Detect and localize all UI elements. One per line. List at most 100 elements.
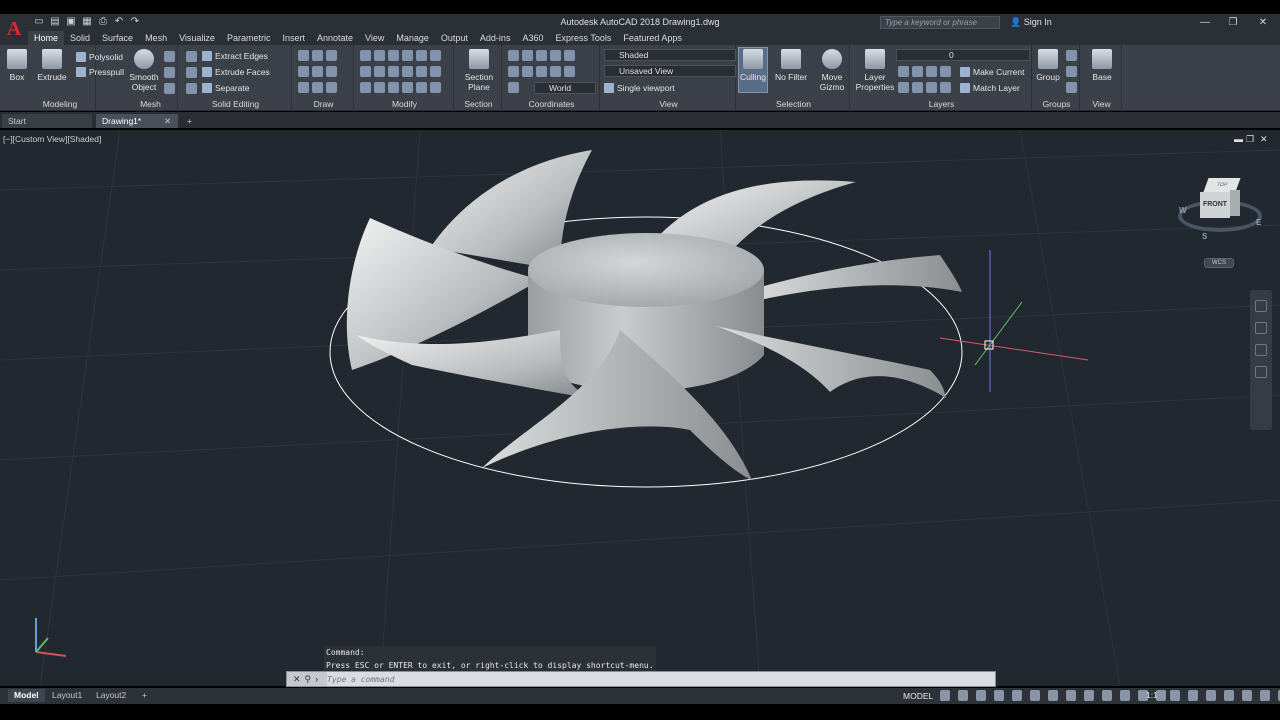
isolate-icon[interactable] (1224, 690, 1234, 701)
close-tab-icon[interactable]: ✕ (164, 114, 176, 128)
tab-insert[interactable]: Insert (276, 31, 311, 45)
orbit-icon[interactable] (1255, 366, 1267, 378)
panel-label-groups[interactable]: Groups (1034, 99, 1079, 109)
presspull-button[interactable]: Presspull (76, 66, 124, 78)
group-select-icon[interactable] (1066, 82, 1077, 93)
layer-icon[interactable] (926, 82, 937, 93)
tab-mesh[interactable]: Mesh (139, 31, 173, 45)
panel-label-modeling[interactable]: Modeling (0, 99, 120, 109)
tab-solid[interactable]: Solid (64, 31, 96, 45)
close-icon[interactable]: ✕ (293, 672, 301, 686)
ucs-icon[interactable] (550, 66, 561, 77)
no-filter-button[interactable]: No Filter (771, 49, 811, 82)
line-icon[interactable] (298, 50, 309, 61)
ucs-icon[interactable] (508, 66, 519, 77)
transparency-icon[interactable] (1084, 690, 1094, 701)
viewcube[interactable]: TOP FRONT W S E (1176, 176, 1264, 246)
viewcube-right[interactable] (1230, 190, 1240, 216)
panel-label-view[interactable]: View (602, 99, 735, 109)
layout-tab-layout2[interactable]: Layout2 (90, 689, 132, 702)
extrude-button[interactable]: Extrude (32, 49, 72, 82)
chamfer-icon[interactable] (388, 82, 399, 93)
wcs-menu[interactable]: WCS (1204, 258, 1234, 268)
layer-properties-button[interactable]: Layer Properties (854, 49, 896, 92)
base-button[interactable]: Base (1082, 49, 1122, 82)
fan-hub-top[interactable] (528, 233, 764, 307)
otrack-icon[interactable] (1048, 690, 1058, 701)
stretch-icon[interactable] (360, 66, 371, 77)
model-space-button[interactable]: MODEL (903, 689, 933, 703)
osnap-icon[interactable] (1030, 690, 1040, 701)
arc-icon[interactable] (326, 50, 337, 61)
pan-icon[interactable] (1255, 322, 1267, 334)
culling-button[interactable]: Culling (733, 49, 773, 82)
separate-button[interactable]: Separate (202, 82, 250, 94)
polysolid-button[interactable]: Polysolid (76, 51, 123, 63)
ucs-icon[interactable] (522, 66, 533, 77)
layer-icon[interactable] (926, 66, 937, 77)
minimize-button[interactable]: — (1192, 14, 1218, 31)
visual-style-dropdown[interactable]: Shaded (604, 49, 736, 61)
group-button[interactable]: Group (1028, 49, 1068, 82)
intersect-icon[interactable] (186, 83, 197, 94)
panel-label-section[interactable]: Section (456, 99, 501, 109)
viewport-minimize-icon[interactable]: ▬ (1234, 134, 1243, 144)
units-icon[interactable] (1206, 690, 1216, 701)
viewport-config-button[interactable]: Single viewport (604, 82, 675, 94)
panel-label-view-base[interactable]: View (1082, 99, 1121, 109)
add-icon[interactable] (1188, 690, 1198, 701)
grid-icon[interactable] (940, 690, 950, 701)
circle-icon[interactable] (326, 66, 337, 77)
search-input[interactable]: Type a keyword or phrase (880, 16, 1000, 29)
panel-label-solid-editing[interactable]: Solid Editing (180, 99, 291, 109)
panel-label-selection[interactable]: Selection (738, 99, 849, 109)
line-icon[interactable] (312, 66, 323, 77)
sign-in-button[interactable]: 👤 Sign In (1010, 17, 1052, 28)
scale-icon[interactable] (388, 66, 399, 77)
ortho-icon[interactable] (976, 690, 986, 701)
move-gizmo-button[interactable]: Move Gizmo (810, 49, 854, 92)
union-icon[interactable] (186, 51, 197, 62)
ucs-icon[interactable] (536, 50, 547, 61)
ucs-icon[interactable] (508, 82, 519, 93)
mirror-icon[interactable] (416, 50, 427, 61)
mesh-icon[interactable] (164, 67, 175, 78)
panel-label-draw[interactable]: Draw (294, 99, 353, 109)
viewport-controls-label[interactable]: [−][Custom View][Shaded] (3, 134, 101, 144)
layer-icon[interactable] (940, 66, 951, 77)
workspace-gear-icon[interactable] (1170, 690, 1180, 701)
layout-tab-layout1[interactable]: Layout1 (46, 689, 88, 702)
new-tab-icon[interactable]: + (184, 114, 198, 128)
smooth-object-button[interactable]: Smooth Object (124, 49, 164, 92)
snap-icon[interactable] (958, 690, 968, 701)
panel-label-layers[interactable]: Layers (852, 99, 1031, 109)
3d-move-icon[interactable] (416, 82, 427, 93)
fillet-icon[interactable] (430, 50, 441, 61)
layout-tab-model[interactable]: Model (8, 689, 45, 702)
trim-icon[interactable] (388, 50, 399, 61)
steering-wheel-icon[interactable] (1255, 300, 1267, 312)
tab-surface[interactable]: Surface (96, 31, 139, 45)
mesh-icon[interactable] (164, 83, 175, 94)
ucs-icon[interactable] (35, 618, 67, 657)
tab-start[interactable]: Start (2, 114, 92, 128)
isodraft-icon[interactable] (1012, 690, 1022, 701)
tab-parametric[interactable]: Parametric (221, 31, 277, 45)
ucs-icon[interactable] (564, 66, 575, 77)
section-plane-button[interactable]: Section Plane (459, 49, 499, 92)
named-view-dropdown[interactable]: Unsaved View (604, 65, 736, 77)
gizmo-icon[interactable] (1120, 690, 1130, 701)
3d-rotate-icon[interactable] (430, 82, 441, 93)
selection-cycling-icon[interactable] (1102, 690, 1112, 701)
break-icon[interactable] (374, 82, 385, 93)
layer-dropdown[interactable]: 0 (896, 49, 1030, 61)
spline-icon[interactable] (298, 66, 309, 77)
annotation-scale[interactable]: 1:1 (1146, 690, 1158, 700)
mesh-icon[interactable] (164, 51, 175, 62)
layer-icon[interactable] (898, 82, 909, 93)
tab-a360[interactable]: A360 (516, 31, 549, 45)
layer-icon[interactable] (940, 82, 951, 93)
layer-icon[interactable] (912, 66, 923, 77)
match-layer-button[interactable]: Match Layer (960, 82, 1020, 94)
hardware-acceleration-icon[interactable] (1242, 690, 1252, 701)
